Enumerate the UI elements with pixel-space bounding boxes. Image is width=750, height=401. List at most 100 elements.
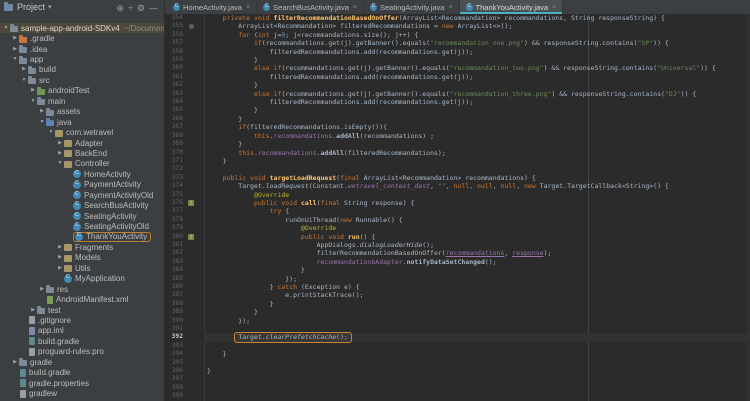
- gutter-marker-strip[interactable]: [185, 157, 204, 165]
- tree-item[interactable]: gradle.properties: [0, 378, 164, 388]
- gutter-marker-strip[interactable]: [185, 375, 204, 383]
- gutter-marker-strip[interactable]: [185, 64, 204, 72]
- code-line[interactable]: this.recommandations.addAll(filteredReco…: [204, 149, 750, 157]
- code-line[interactable]: filterRecommendationBasedOnOffer(recomma…: [204, 249, 750, 257]
- collapse-arrow-icon[interactable]: ▶: [11, 47, 19, 52]
- tree-item[interactable]: PaymentActivityOld: [0, 190, 164, 200]
- line-number[interactable]: 398: [165, 384, 185, 392]
- line-number[interactable]: 356: [165, 31, 185, 39]
- tree-item[interactable]: ▶androidTest: [0, 86, 164, 96]
- editor-tab-seatingactivity-java[interactable]: SeatingActivity.java×: [364, 0, 460, 14]
- code-line[interactable]: filteredRecommandations.add(recommandati…: [204, 98, 750, 106]
- line-number[interactable]: 363: [165, 90, 185, 98]
- line-number[interactable]: 388: [165, 300, 185, 308]
- line-number[interactable]: 391: [165, 325, 185, 333]
- gutter-marker-strip[interactable]: [185, 106, 204, 114]
- code-line[interactable]: }: [204, 56, 750, 64]
- line-number[interactable]: 392: [165, 333, 185, 341]
- code-line[interactable]: e.printStackTrace();: [204, 291, 750, 299]
- line-number[interactable]: 378: [165, 216, 185, 224]
- gutter-marker-strip[interactable]: [185, 275, 204, 283]
- line-number[interactable]: 372: [165, 165, 185, 173]
- gutter-marker-strip[interactable]: [185, 233, 204, 241]
- tree-item[interactable]: ▼sample-app-android-SDKv4~/Documen: [0, 23, 164, 33]
- gutter-marker-strip[interactable]: [185, 199, 204, 207]
- tree-item[interactable]: HomeActivity: [0, 169, 164, 179]
- code-line[interactable]: else if(recommandations.get(j).getBanner…: [204, 64, 750, 72]
- line-number[interactable]: 399: [165, 392, 185, 400]
- collapse-arrow-icon[interactable]: ▶: [11, 360, 19, 365]
- tree-item[interactable]: build.gradle: [0, 336, 164, 346]
- editor-tab-searchbusactivity-java[interactable]: SearchBusActivity.java×: [257, 0, 364, 14]
- tree-item[interactable]: ▶Models: [0, 253, 164, 263]
- line-number[interactable]: 393: [165, 342, 185, 350]
- tree-item[interactable]: gradlew: [0, 388, 164, 398]
- line-number[interactable]: 368: [165, 132, 185, 140]
- gutter-marker-strip[interactable]: [185, 300, 204, 308]
- gutter-marker-strip[interactable]: [185, 90, 204, 98]
- close-icon[interactable]: ×: [246, 4, 250, 11]
- line-number[interactable]: 354: [165, 14, 185, 22]
- line-number[interactable]: 362: [165, 81, 185, 89]
- line-number[interactable]: 390: [165, 317, 185, 325]
- collapse-arrow-icon[interactable]: ▶: [56, 141, 64, 146]
- gutter-marker-strip[interactable]: [185, 98, 204, 106]
- gutter-marker-strip[interactable]: [185, 191, 204, 199]
- close-icon[interactable]: ×: [448, 4, 452, 11]
- gutter-marker-strip[interactable]: [185, 342, 204, 350]
- collapse-arrow-icon[interactable]: ▶: [38, 109, 46, 114]
- code-line[interactable]: });: [204, 275, 750, 283]
- tree-item[interactable]: SeatingActivity: [0, 211, 164, 221]
- code-line[interactable]: private void filterRecommendationBasedOn…: [204, 14, 750, 22]
- code-line[interactable]: if(filteredRecommandations.isEmpty()){: [204, 123, 750, 131]
- gutter-marker-strip[interactable]: [185, 123, 204, 131]
- gutter-marker-strip[interactable]: [185, 207, 204, 215]
- override-method-icon[interactable]: [188, 200, 194, 206]
- gutter-marker-strip[interactable]: [185, 249, 204, 257]
- gutter-marker-strip[interactable]: [185, 174, 204, 182]
- tree-item[interactable]: ▼java: [0, 117, 164, 127]
- collapse-all-icon[interactable]: ÷: [126, 3, 135, 13]
- project-title[interactable]: Project: [17, 2, 45, 12]
- editor-scrollbar[interactable]: [746, 14, 750, 401]
- tree-item[interactable]: proguard-rules.pro: [0, 347, 164, 357]
- gutter-marker-strip[interactable]: [185, 216, 204, 224]
- gutter-marker-strip[interactable]: [185, 367, 204, 375]
- line-number[interactable]: 396: [165, 367, 185, 375]
- line-number[interactable]: 394: [165, 350, 185, 358]
- gutter-marker-strip[interactable]: [185, 14, 204, 22]
- gutter-marker-strip[interactable]: [185, 132, 204, 140]
- collapse-arrow-icon[interactable]: ▶: [20, 67, 28, 72]
- code-line[interactable]: }: [204, 140, 750, 148]
- tree-item[interactable]: AndroidManifest.xml: [0, 294, 164, 304]
- line-number[interactable]: 365: [165, 106, 185, 114]
- line-number[interactable]: 375: [165, 191, 185, 199]
- code-line[interactable]: [204, 384, 750, 392]
- gutter-marker-strip[interactable]: [185, 325, 204, 333]
- line-number[interactable]: 387: [165, 291, 185, 299]
- line-number[interactable]: 389: [165, 308, 185, 316]
- tree-item[interactable]: ThankYouActivity: [0, 232, 164, 242]
- gutter-marker-strip[interactable]: [185, 31, 204, 39]
- code-line[interactable]: filteredRecommandations.add(recommandati…: [204, 48, 750, 56]
- locate-file-icon[interactable]: ⊕: [114, 3, 126, 13]
- line-number[interactable]: 376: [165, 199, 185, 207]
- tree-item[interactable]: ▶assets: [0, 107, 164, 117]
- gutter-marker-strip[interactable]: [185, 115, 204, 123]
- line-number[interactable]: 358: [165, 48, 185, 56]
- gutter-marker-strip[interactable]: [185, 224, 204, 232]
- line-number[interactable]: 361: [165, 73, 185, 81]
- code-line[interactable]: if(recommandations.get(j).getBanner().eq…: [204, 39, 750, 47]
- line-number[interactable]: 359: [165, 56, 185, 64]
- line-number[interactable]: 397: [165, 375, 185, 383]
- collapse-arrow-icon[interactable]: ▶: [56, 255, 64, 260]
- collapse-arrow-icon[interactable]: ▶: [56, 245, 64, 250]
- gutter-marker-strip[interactable]: [185, 359, 204, 367]
- line-number[interactable]: 369: [165, 140, 185, 148]
- code-line[interactable]: public void run() {: [204, 233, 750, 241]
- code-line[interactable]: [204, 359, 750, 367]
- collapse-arrow-icon[interactable]: ▶: [11, 36, 19, 41]
- line-number[interactable]: 370: [165, 149, 185, 157]
- hide-panel-icon[interactable]: —: [147, 3, 160, 13]
- line-number[interactable]: 371: [165, 157, 185, 165]
